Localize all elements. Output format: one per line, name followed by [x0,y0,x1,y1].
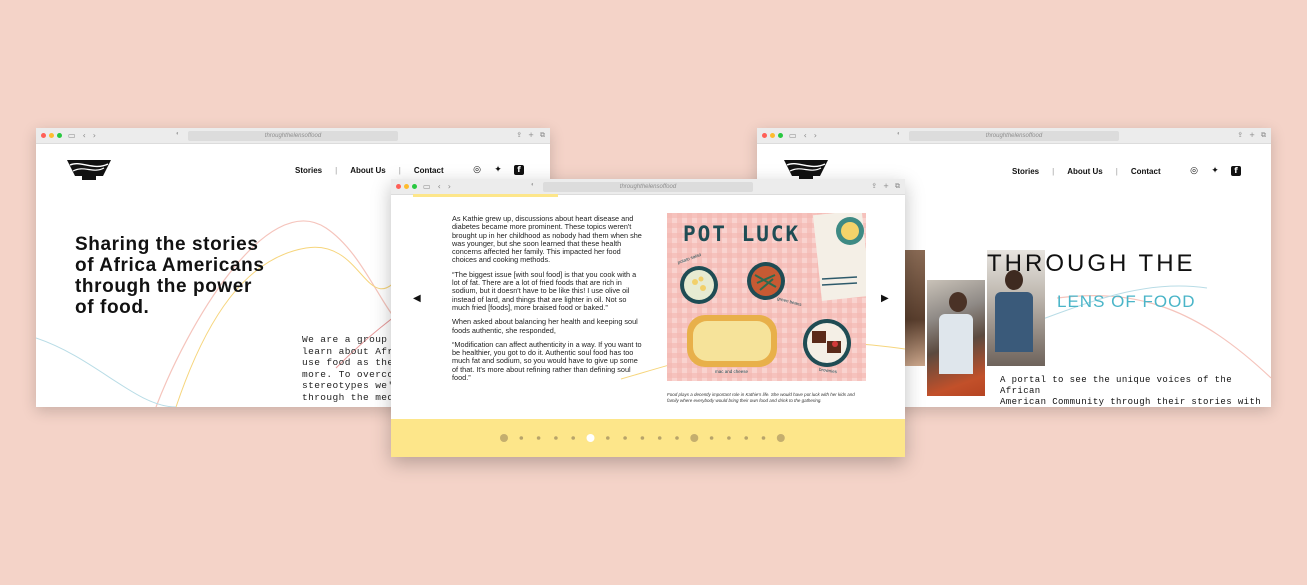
pagination-dot[interactable] [776,434,785,442]
illustration-title: POT LUCK [683,222,801,246]
twitter-icon[interactable]: ✦ [1210,166,1220,176]
instagram-icon[interactable]: ◎ [1189,166,1199,176]
hero-title-line2: LENS OF FOOD [1057,292,1196,311]
instagram-icon[interactable]: ◎ [472,165,482,175]
previous-arrow-icon[interactable]: ◀ [413,293,421,304]
chef-photo-main [927,280,985,396]
twitter-icon[interactable]: ✦ [493,165,503,175]
portal-description: A portal to see the unique voices of the… [1000,375,1262,407]
pagination-bar [391,419,905,457]
pagination-dot[interactable] [500,434,508,442]
center-browser-window: ▭ ‹ › ◐ throughthelensoffood ⇪ + ⧉ ◀ ▶ As Ka… [391,179,905,457]
pagination-dot[interactable] [761,436,766,440]
story-paragraph: “The biggest issue [with soul food] is t… [452,269,637,312]
pagination-dot[interactable] [657,436,662,440]
chef-photo-small [905,250,925,366]
hero-title: Sharing the stories of Africa Americans … [75,234,265,318]
main-nav: Stories | About Us | Contact [1012,167,1161,176]
story-text: As Kathie grew up, discussions about hea… [452,214,645,388]
nav-about[interactable]: About Us [1067,167,1103,176]
nav-stories[interactable]: Stories [295,166,322,175]
pagination-dot[interactable] [606,436,610,440]
hero-title-line1: THROUGH THE [987,250,1196,277]
social-links: ◎ ✦ f [472,165,524,175]
facebook-icon[interactable]: f [1231,166,1241,176]
pagination-dot[interactable] [709,436,714,440]
main-nav: Stories | About Us | Contact [295,166,444,175]
nav-stories[interactable]: Stories [1012,167,1039,176]
logo-bowl-icon [784,160,828,180]
pagination-dot[interactable] [744,436,748,440]
pagination-dot-active[interactable] [586,434,595,442]
pagination-dot[interactable] [536,436,541,440]
pagination-dot[interactable] [690,434,699,442]
pagination-dot[interactable] [519,436,524,440]
story-paragraph: When asked about balancing her health an… [452,317,638,335]
nav-about[interactable]: About Us [350,166,386,175]
pagination-dot[interactable] [554,436,558,440]
social-links: ◎ ✦ f [1189,166,1241,176]
logo-bowl-icon [67,160,111,180]
pagination-dot[interactable] [640,436,645,440]
pagination-dot[interactable] [727,436,731,440]
potluck-illustration: POT LUCK potato salad green beans mac an… [667,213,866,381]
next-arrow-icon[interactable]: ▶ [881,293,889,304]
story-paragraph: As Kathie grew up, discussions about hea… [452,214,642,265]
pagination-dot[interactable] [623,436,627,440]
nav-contact[interactable]: Contact [414,166,444,175]
pagination-dot[interactable] [675,436,679,440]
illustration-caption: Food plays a decently important role in … [667,392,855,403]
story-paragraph: “Modification can affect authenticity in… [452,339,642,383]
nav-contact[interactable]: Contact [1131,167,1161,176]
pagination-dots [500,434,785,442]
illustration-label-mac: mac and cheese [715,369,749,374]
pagination-dot[interactable] [571,436,575,440]
facebook-icon[interactable]: f [514,165,524,175]
